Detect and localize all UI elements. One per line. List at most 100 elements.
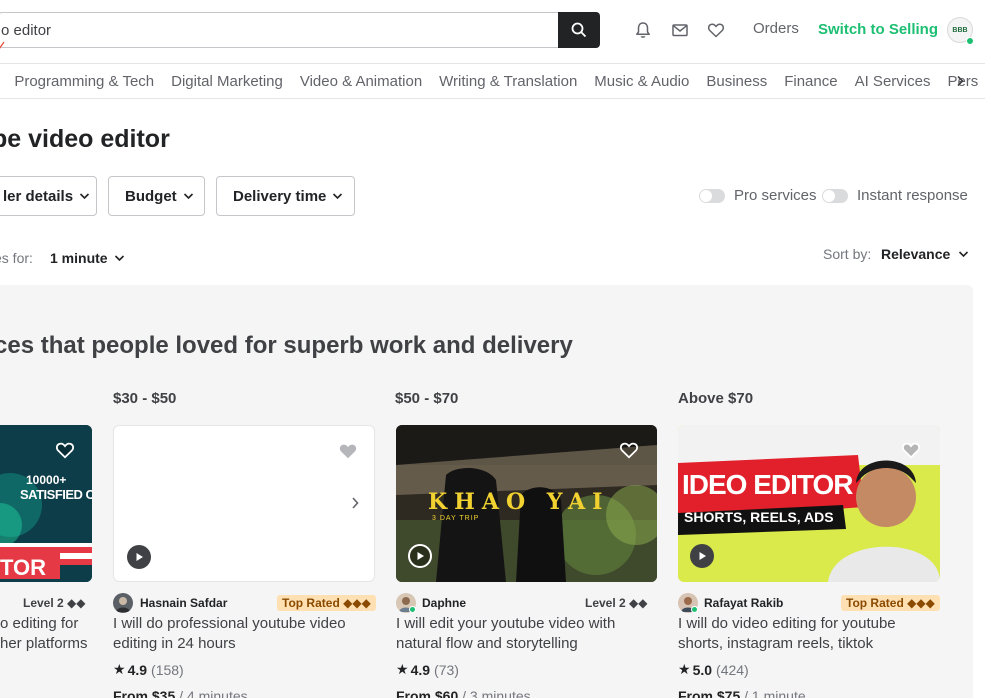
review-count: (73) <box>434 661 459 678</box>
rating-value: 4.9 <box>410 661 431 678</box>
pro-services-label: Pro services <box>734 187 817 204</box>
services-for-dropdown[interactable]: 1 minute <box>50 250 125 266</box>
chevron-down-icon <box>183 192 194 200</box>
star-icon: ★ <box>396 661 409 677</box>
play-video-icon[interactable] <box>127 545 151 569</box>
category-finance[interactable]: Finance <box>784 73 837 90</box>
gig-thumbnail[interactable]: IDEO EDITOR SHORTS, REELS, ADS <box>678 425 940 582</box>
seller-name[interactable]: Hasnain Safdar <box>140 596 227 610</box>
notifications-bell-icon[interactable] <box>633 20 653 40</box>
pro-services-toggle[interactable] <box>699 189 725 203</box>
gig-title-line: o editing for <box>0 615 79 632</box>
price-range-heading: $50 - $70 <box>395 390 459 407</box>
next-image-chevron-icon[interactable] <box>350 496 360 515</box>
sort-by-label: Sort by: <box>823 246 872 262</box>
services-for-label: es for: <box>0 250 33 266</box>
chevron-down-icon <box>79 192 90 200</box>
online-status-dot <box>966 37 974 45</box>
gig-price: From $60 / 3 minutes <box>396 688 531 698</box>
page-title: be video editor <box>0 125 170 153</box>
instant-response-toggle[interactable] <box>822 189 848 203</box>
seller-details-filter[interactable]: ler details <box>0 176 97 216</box>
sort-by-dropdown[interactable]: Relevance <box>881 246 969 262</box>
category-scroll-right-icon[interactable] <box>953 72 967 90</box>
category-nav: n Programming & Tech Digital Marketing V… <box>0 63 985 99</box>
save-heart-icon[interactable] <box>900 439 922 461</box>
category-video-animation[interactable]: Video & Animation <box>300 73 422 90</box>
gig-title[interactable]: I will edit your youtube video with natu… <box>396 614 658 654</box>
messages-mail-icon[interactable] <box>670 20 690 40</box>
category-digital-marketing[interactable]: Digital Marketing <box>171 73 283 90</box>
price-from: From $75 <box>678 688 741 698</box>
chevron-down-icon <box>332 192 343 200</box>
category-business[interactable]: Business <box>706 73 767 90</box>
orders-link[interactable]: Orders <box>753 20 799 37</box>
seller-online-dot <box>409 606 416 613</box>
video-duration: / 1 minute <box>744 688 806 698</box>
thumb-title-text: KHAO YAI <box>428 489 610 515</box>
price-range-heading: Above $70 <box>678 390 754 407</box>
seller-online-dot <box>691 606 698 613</box>
thumb-text: 10000+ <box>26 473 67 487</box>
price-from: From $35 <box>113 688 176 698</box>
price-from: From $60 <box>396 688 459 698</box>
seller-level-badge: Level 2 ◆◆ <box>585 596 648 610</box>
search-icon <box>571 22 587 38</box>
seller-name[interactable]: Rafayat Rakib <box>704 596 783 610</box>
review-count: (424) <box>716 661 749 678</box>
avatar-logo-text: BBB <box>952 26 968 34</box>
gig-title-line: her platforms <box>0 635 88 652</box>
save-heart-icon[interactable] <box>337 440 359 462</box>
video-duration: / 3 minutes <box>462 688 531 698</box>
thumb-subtitle-text: SHORTS, REELS, ADS <box>684 509 834 525</box>
gig-title[interactable]: I will do professional youtube video edi… <box>113 614 375 654</box>
star-icon: ★ <box>113 661 126 677</box>
chevron-down-icon <box>958 250 969 258</box>
switch-to-selling-link[interactable]: Switch to Selling <box>818 21 938 38</box>
seller-level-badge: Level 2 ◆◆ <box>23 596 86 610</box>
gig-title[interactable]: I will do video editing for youtube shor… <box>678 614 940 654</box>
thumb-title-text: IDEO EDITOR <box>682 469 854 500</box>
search-box[interactable] <box>0 12 558 48</box>
play-video-icon[interactable] <box>408 544 432 568</box>
seller-avatar[interactable] <box>113 593 133 613</box>
seller-details-label: ler details <box>3 187 74 205</box>
gig-rating: ★ 4.9 (158) <box>113 661 184 678</box>
thumb-text: SATISFIED CLIE <box>20 487 92 502</box>
section-title: ces that people loved for superb work an… <box>0 332 573 359</box>
thumb-text: TOR <box>0 555 47 580</box>
services-for-value: 1 minute <box>50 250 108 266</box>
budget-filter[interactable]: Budget <box>108 176 205 216</box>
gig-price: From $75 / 1 minute <box>678 688 806 698</box>
instant-response-label: Instant response <box>857 187 968 204</box>
top-rated-badge: Top Rated ◆◆◆ <box>277 595 376 611</box>
seller-name[interactable]: Daphne <box>422 596 466 610</box>
play-video-icon[interactable] <box>690 544 714 568</box>
category-writing-translation[interactable]: Writing & Translation <box>439 73 577 90</box>
delivery-time-filter[interactable]: Delivery time <box>216 176 355 216</box>
gig-title[interactable]: o editing for her platforms <box>0 614 90 654</box>
search-input[interactable] <box>0 13 558 47</box>
favorites-heart-icon[interactable] <box>706 20 726 40</box>
review-count: (158) <box>151 661 184 678</box>
save-heart-icon[interactable] <box>618 439 640 461</box>
budget-label: Budget <box>125 187 177 205</box>
search-button[interactable] <box>558 12 600 48</box>
gig-rating: ★ 5.0 (424) <box>678 661 749 678</box>
save-heart-icon[interactable] <box>54 439 76 461</box>
rating-value: 4.9 <box>127 661 148 678</box>
rating-value: 5.0 <box>692 661 713 678</box>
video-duration: / 4 minutes <box>179 688 248 698</box>
gig-thumbnail[interactable] <box>113 425 375 582</box>
thumb-subtitle-text: 3 DAY TRIP <box>432 515 480 522</box>
delivery-time-label: Delivery time <box>233 187 327 205</box>
category-programming-tech[interactable]: Programming & Tech <box>14 73 154 90</box>
sort-by-value: Relevance <box>881 246 951 262</box>
gig-thumbnail[interactable]: KHAO YAI 3 DAY TRIP <box>396 425 657 582</box>
price-range-heading: $30 - $50 <box>113 390 177 407</box>
gig-thumbnail[interactable]: 10000+ SATISFIED CLIE TOR <box>0 425 92 582</box>
category-ai-services[interactable]: AI Services <box>855 73 931 90</box>
gig-price: From $35 / 4 minutes <box>113 688 248 698</box>
category-music-audio[interactable]: Music & Audio <box>594 73 689 90</box>
spellcheck-mark <box>0 41 5 49</box>
